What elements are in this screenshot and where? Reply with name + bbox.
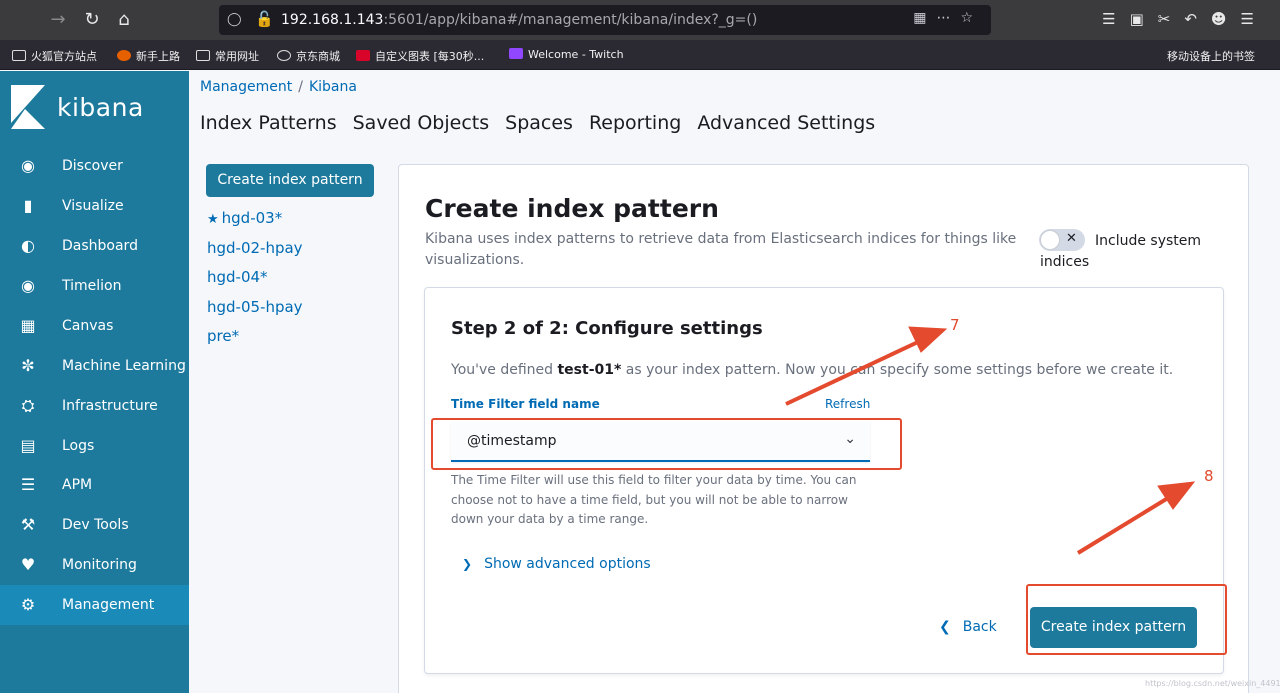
annotation-number-8: 8 — [1204, 467, 1214, 485]
annotation-arrows — [785, 326, 1196, 555]
annotation-number-7: 7 — [950, 316, 960, 334]
watermark: https://blog.csdn.net/weixin_44916548 — [1145, 679, 1280, 688]
